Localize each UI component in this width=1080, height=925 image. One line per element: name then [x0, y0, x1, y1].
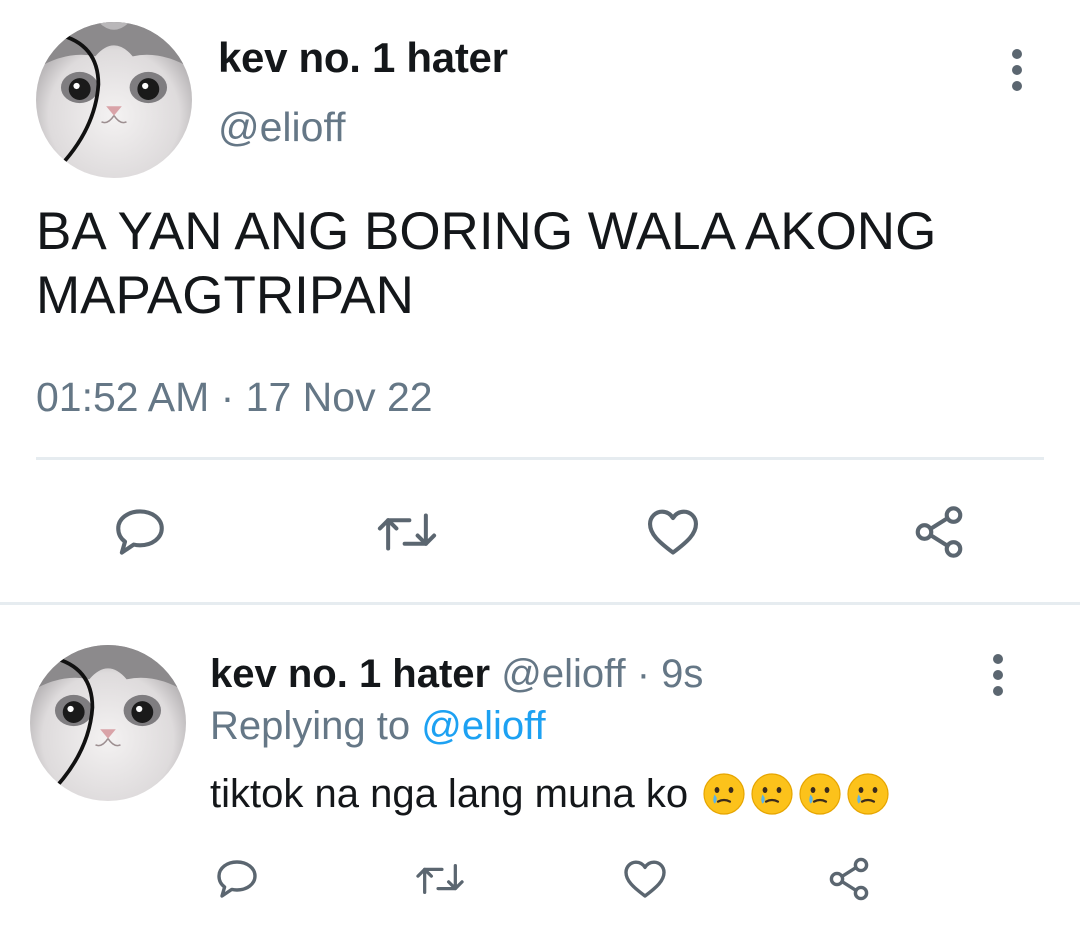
- retweet-icon: [416, 863, 464, 895]
- section-divider: [0, 602, 1080, 605]
- share-icon: [915, 506, 963, 558]
- emoji-row: [700, 770, 892, 818]
- more-dot: [993, 686, 1003, 696]
- user-handle[interactable]: @elioff: [218, 104, 345, 151]
- reply-share-button[interactable]: [824, 854, 874, 904]
- face-holding-back-tears-icon: [799, 773, 841, 815]
- like-icon: [624, 860, 666, 898]
- share-icon: [829, 857, 869, 901]
- reply-reply-button[interactable]: [212, 854, 262, 904]
- reply-header: kev no. 1 hater @elioff · 9s: [210, 652, 703, 697]
- reply-avatar[interactable]: [30, 645, 186, 801]
- more-dot: [1012, 49, 1022, 59]
- reply-icon: [217, 860, 257, 898]
- more-dot: [993, 654, 1003, 664]
- reply-icon: [116, 509, 164, 555]
- separator: ·: [625, 652, 662, 696]
- main-tweet: kev no. 1 hater @elioff BA YAN ANG BORIN…: [0, 0, 1080, 603]
- user-handle[interactable]: @elioff: [501, 652, 625, 696]
- face-holding-back-tears-icon: [703, 773, 745, 815]
- replying-label: Replying to: [210, 704, 422, 748]
- tweet-text: BA YAN ANG BORING WALA AKONG MAPAGTRIPAN: [36, 202, 937, 325]
- avatar[interactable]: [36, 22, 192, 178]
- like-icon: [647, 509, 699, 555]
- cat-avatar-image: [36, 22, 192, 178]
- divider: [36, 457, 1044, 460]
- more-options-button[interactable]: [997, 40, 1037, 100]
- tweet-timestamp: 01:52 AM · 17 Nov 22: [36, 374, 433, 420]
- reply-like-button[interactable]: [620, 854, 670, 904]
- reply-text: tiktok na nga lang muna ko: [210, 771, 689, 816]
- face-holding-back-tears-icon: [751, 773, 793, 815]
- reply-retweet-button[interactable]: [412, 854, 468, 904]
- like-button[interactable]: [642, 502, 704, 562]
- reply-more-options-button[interactable]: [978, 645, 1018, 705]
- display-name[interactable]: kev no. 1 hater: [218, 34, 508, 82]
- face-holding-back-tears-icon: [847, 773, 889, 815]
- share-button[interactable]: [908, 502, 970, 562]
- reply-text-row: tiktok na nga lang muna ko: [210, 770, 892, 818]
- reply-time: 9s: [661, 652, 704, 696]
- more-dot: [993, 670, 1003, 680]
- cat-avatar-image: [30, 645, 186, 801]
- more-dot: [1012, 65, 1022, 75]
- more-dot: [1012, 81, 1022, 91]
- retweet-button[interactable]: [372, 502, 442, 562]
- retweet-icon: [377, 513, 437, 551]
- reply-button[interactable]: [110, 502, 170, 562]
- replying-to: Replying to @elioff: [210, 704, 546, 749]
- mention-link[interactable]: @elioff: [421, 704, 545, 748]
- display-name[interactable]: kev no. 1 hater: [210, 652, 490, 696]
